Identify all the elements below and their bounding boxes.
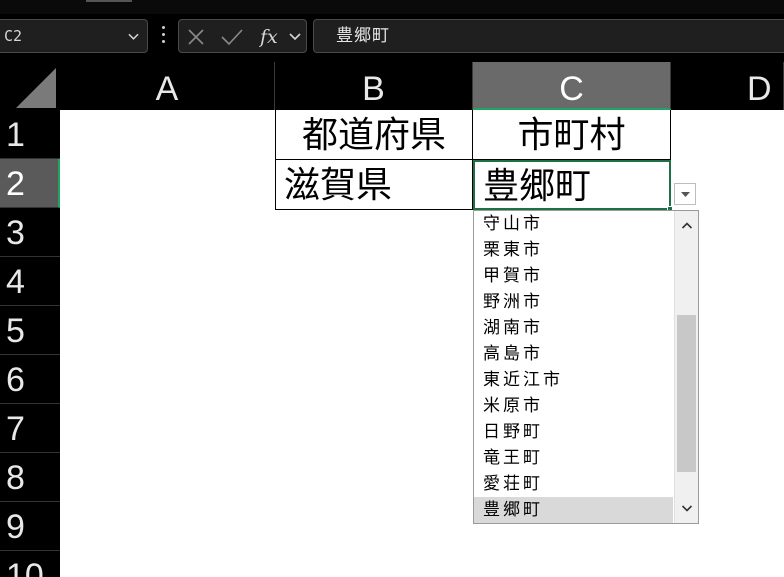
list-item[interactable]: 栗東市 — [474, 237, 673, 263]
cancel-icon[interactable] — [187, 28, 205, 46]
list-item[interactable]: 高島市 — [474, 341, 673, 367]
formula-controls: fx — [178, 19, 307, 53]
row-header-6[interactable]: 6 — [0, 355, 60, 404]
cell-c1[interactable]: 市町村 — [473, 110, 671, 160]
dropdown-scrollbar[interactable] — [674, 211, 698, 523]
row-header-10[interactable]: 10 — [0, 551, 60, 577]
scrollbar-thumb[interactable] — [677, 315, 696, 472]
row-header-7[interactable]: 7 — [0, 404, 60, 453]
cell-c2-active[interactable]: 豊郷町 — [473, 160, 673, 212]
title-strip — [0, 0, 784, 14]
list-item[interactable]: 竜王町 — [474, 445, 673, 471]
list-item[interactable]: 守山市 — [474, 211, 673, 237]
name-box-value: C2 — [4, 27, 23, 45]
row-header-2[interactable]: 2 — [0, 159, 60, 208]
validation-dropdown-list[interactable]: 守山市 栗東市 甲賀市 野洲市 湖南市 高島市 東近江市 米原市 日野町 竜王町… — [473, 210, 699, 524]
list-item[interactable]: 湖南市 — [474, 315, 673, 341]
row-header-4[interactable]: 4 — [0, 257, 60, 306]
tab-indicator — [86, 0, 132, 2]
data-validation-dropdown-button[interactable] — [674, 183, 696, 205]
worksheet-grid[interactable]: 都道府県 市町村 滋賀県 豊郷町 守山市 栗東市 甲賀市 野洲市 湖南市 高島市… — [60, 110, 784, 577]
row-header-column: 1 2 3 4 5 6 7 8 9 10 — [0, 110, 60, 577]
column-header-row: A B C D — [0, 62, 784, 110]
column-header-a[interactable]: A — [60, 62, 275, 110]
column-header-c[interactable]: C — [473, 62, 671, 110]
row-header-5[interactable]: 5 — [0, 306, 60, 355]
row-header-1[interactable]: 1 — [0, 110, 60, 159]
list-item[interactable]: 日野町 — [474, 419, 673, 445]
row-header-8[interactable]: 8 — [0, 453, 60, 502]
chevron-down-icon[interactable] — [289, 32, 301, 42]
formula-input[interactable]: 豊郷町 — [313, 19, 784, 53]
row-header-3[interactable]: 3 — [0, 208, 60, 257]
insert-function-icon[interactable]: fx — [259, 26, 285, 48]
list-item[interactable]: 東近江市 — [474, 367, 673, 393]
column-header-b[interactable]: B — [275, 62, 473, 110]
list-item-selected[interactable]: 豊郷町 — [474, 497, 673, 523]
dropdown-arrow-icon — [681, 192, 690, 197]
cell-b1[interactable]: 都道府県 — [275, 110, 473, 160]
list-item[interactable]: 甲賀市 — [474, 263, 673, 289]
list-item[interactable]: 米原市 — [474, 393, 673, 419]
enter-icon[interactable] — [221, 28, 243, 46]
column-header-d[interactable]: D — [671, 62, 784, 110]
list-item[interactable]: 野洲市 — [474, 289, 673, 315]
cell-b2[interactable]: 滋賀県 — [275, 160, 473, 210]
svg-text:fx: fx — [259, 26, 278, 48]
select-all-button[interactable] — [0, 62, 60, 110]
name-box[interactable]: C2 — [0, 19, 148, 53]
chevron-down-icon[interactable] — [681, 502, 693, 514]
chevron-down-icon[interactable] — [128, 31, 139, 42]
chevron-up-icon[interactable] — [681, 220, 693, 232]
more-options-icon[interactable] — [160, 26, 166, 46]
cell-c2-value: 豊郷町 — [483, 166, 592, 207]
list-item[interactable]: 愛荘町 — [474, 471, 673, 497]
select-all-triangle-icon — [16, 68, 56, 108]
row-header-9[interactable]: 9 — [0, 502, 60, 551]
formula-bar: C2 fx 豊郷町 — [0, 14, 784, 62]
